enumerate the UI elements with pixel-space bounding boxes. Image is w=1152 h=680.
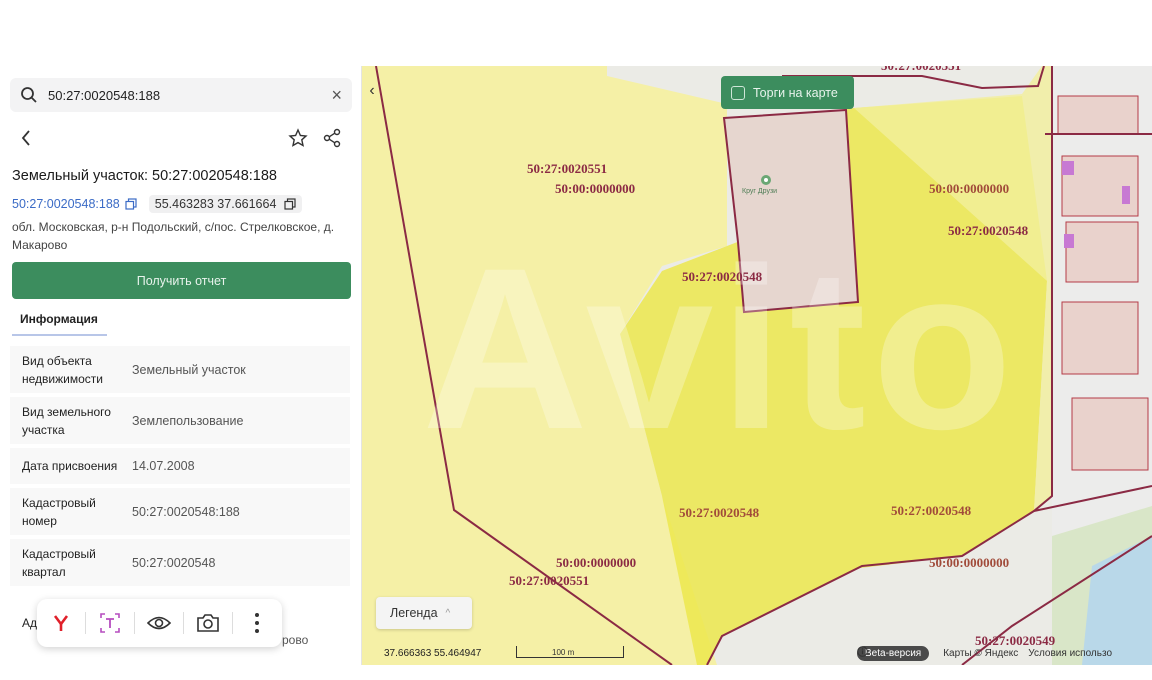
search-icon [21, 87, 37, 103]
coordinates-value: 55.463283 37.661664 [154, 197, 277, 211]
cadastral-map[interactable]: Avito ‹ Торги на карте 50:27:0020551 50:… [362, 66, 1152, 665]
info-icon[interactable] [857, 646, 868, 657]
copy-icon[interactable] [284, 198, 297, 210]
cadastral-number-link[interactable]: 50:27:0020548:188 [12, 197, 120, 211]
legend-button[interactable]: Легенда ^ [376, 597, 472, 629]
search-input[interactable]: 50:27:0020548:188 [48, 88, 160, 103]
terms-link[interactable]: Условия использо [1028, 648, 1112, 659]
legend-label: Легенда [390, 606, 438, 620]
floating-action-bar [37, 599, 282, 647]
torgi-toggle-button[interactable]: Торги на карте [721, 76, 854, 109]
scale-label: 100 m [552, 648, 575, 657]
card-toolbar [10, 124, 352, 154]
info-row-value: 14.07.2008 [132, 459, 195, 473]
cadastral-label: 50:27:0020548 [948, 223, 1029, 238]
top-blank-area [0, 0, 1152, 66]
get-report-button[interactable]: Получить отчет [12, 262, 351, 299]
tab-information[interactable]: Информация [12, 304, 107, 336]
copy-icon[interactable] [125, 198, 137, 210]
info-row-value: Земельный участок [132, 362, 246, 377]
info-row-label: Вид земельного участка [22, 404, 111, 437]
info-row: Вид объекта недвижимости Земельный участ… [10, 346, 350, 393]
info-row-label: Вид объекта недвижимости [22, 353, 103, 386]
more-icon[interactable] [233, 599, 281, 647]
info-row: Вид земельного участка Землепользование [10, 397, 350, 444]
cadastral-label: 50:00:0000000 [929, 555, 1010, 570]
info-row: Кадастровый номер 50:27:0020548:188 [10, 488, 350, 535]
coordinates-chip[interactable]: 55.463283 37.661664 [148, 195, 303, 213]
maps-attribution[interactable]: Карты © Яндекс [943, 648, 1018, 659]
search-box[interactable]: 50:27:0020548:188 × [10, 78, 352, 112]
info-table: Вид объекта недвижимости Земельный участ… [10, 346, 350, 590]
cadastral-label: 50:00:0000000 [556, 555, 637, 570]
cadastral-label: 50:27:0020548 [679, 505, 760, 520]
sidebar-panel: 50:27:0020548:188 × Земельный участок: 5… [0, 66, 362, 665]
chevron-up-icon: ^ [445, 607, 451, 619]
back-icon[interactable] [20, 128, 32, 148]
checkbox-icon[interactable] [731, 85, 745, 100]
info-row: Кадастровый квартал 50:27:0020548 [10, 539, 350, 586]
info-row-label: Кадастровый номер [22, 495, 96, 528]
id-row: 50:27:0020548:188 55.463283 37.661664 [12, 195, 303, 213]
cadastral-label: 50:27:0020551 [509, 573, 590, 588]
parcel-title: Земельный участок: 50:27:0020548:188 [12, 168, 277, 184]
info-row-value: 50:27:0020548 [132, 555, 216, 570]
text-scan-icon[interactable] [86, 599, 134, 647]
cursor-coordinates: 37.666363 55.464947 [384, 648, 482, 659]
info-row-label: Дата присвоения [22, 459, 118, 473]
chevron-left-icon[interactable]: ‹ [362, 76, 382, 106]
share-icon[interactable] [322, 128, 342, 148]
cadastral-label: 50:00:0000000 [555, 181, 636, 196]
camera-icon[interactable] [184, 599, 232, 647]
yandex-icon[interactable] [37, 599, 85, 647]
parcel-address: обл. Московская, р-н Подольский, с/пос. … [12, 220, 335, 252]
info-row-value: Землепользование [132, 413, 244, 428]
info-row-value: 50:27:0020548:188 [132, 504, 240, 519]
address-row-label: Ад [22, 616, 38, 630]
cadastral-label: 50:27:0020548 [891, 503, 972, 518]
avito-watermark: Avito [422, 220, 1019, 477]
eye-icon[interactable] [135, 599, 183, 647]
map-attribution: Beta-версия Карты © Яндекс Условия испол… [857, 646, 1112, 661]
cadastral-label: 50:27:0020551 [881, 66, 961, 74]
star-icon[interactable] [288, 128, 308, 148]
cadastral-label: 50:27:0020548 [682, 269, 763, 284]
torgi-button-label: Торги на карте [753, 85, 838, 100]
cadastral-label: 50:00:0000000 [929, 181, 1010, 196]
info-row-label: Кадастровый квартал [22, 546, 96, 579]
info-row: Дата присвоения 14.07.2008 [10, 448, 350, 484]
poi-label: Круг Друзи [742, 188, 778, 195]
address-row-value: рово [282, 633, 309, 647]
cadastral-label: 50:27:0020551 [527, 161, 608, 176]
bottom-blank-area [0, 665, 1152, 680]
poi-icon[interactable] [760, 174, 772, 186]
clear-icon[interactable]: × [331, 85, 342, 106]
